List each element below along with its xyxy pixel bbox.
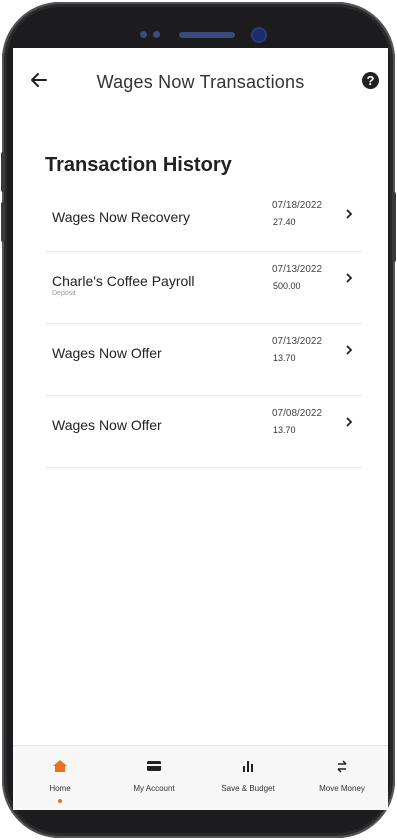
transaction-amount: 13.70	[273, 353, 296, 363]
transaction-row[interactable]: Wages Now Recovery 07/18/2022 27.40	[45, 180, 362, 252]
active-indicator	[58, 799, 62, 803]
page-title: Wages Now Transactions	[96, 72, 305, 92]
nav-my-account[interactable]: My Account	[107, 746, 201, 810]
transaction-list: Wages Now Recovery 07/18/2022 27.40 Char…	[45, 180, 362, 468]
transaction-amount: 500.00	[273, 281, 301, 291]
chevron-right-icon	[346, 273, 353, 283]
bar-chart-icon	[243, 761, 253, 772]
transaction-title: Wages Now Recovery	[52, 209, 190, 225]
transaction-amount: 27.40	[273, 217, 296, 227]
earpiece-speaker	[179, 32, 235, 38]
nav-move-money[interactable]: Move Money	[295, 746, 388, 810]
transaction-date: 07/08/2022	[272, 408, 323, 419]
transaction-subtitle: Deposit	[52, 290, 76, 297]
nav-save-budget-label: Save & Budget	[221, 784, 275, 793]
phone-frame: Wages Now Transactions ? Transaction His…	[1, 2, 396, 838]
transfer-arrows-icon	[337, 760, 347, 773]
phone-side-button	[392, 192, 396, 262]
section-title: Transaction History	[45, 154, 232, 176]
card-icon	[147, 761, 161, 771]
transaction-date: 07/18/2022	[272, 200, 323, 211]
nav-move-money-label: Move Money	[319, 784, 365, 793]
transaction-title: Wages Now Offer	[52, 345, 162, 361]
nav-my-account-label: My Account	[133, 784, 175, 793]
help-icon[interactable]: ?	[362, 72, 379, 89]
transaction-title: Charle's Coffee Payroll	[52, 273, 195, 289]
transaction-row[interactable]: Charle's Coffee Payroll Deposit 07/13/20…	[45, 252, 362, 324]
app-screen: Wages Now Transactions ? Transaction His…	[13, 48, 388, 810]
app-header: Wages Now Transactions ?	[13, 48, 388, 112]
nav-home[interactable]: Home	[13, 746, 107, 810]
sensor-dot	[140, 31, 147, 38]
transaction-date: 07/13/2022	[272, 336, 323, 347]
chevron-right-icon	[346, 417, 353, 427]
home-icon	[53, 760, 67, 772]
front-camera	[253, 29, 265, 41]
phone-side-button	[1, 152, 5, 192]
sensor-dot	[153, 31, 160, 38]
transaction-amount: 13.70	[273, 425, 296, 435]
chevron-right-icon	[346, 345, 353, 355]
transaction-row[interactable]: Wages Now Offer 07/08/2022 13.70	[45, 396, 362, 468]
transaction-row[interactable]: Wages Now Offer 07/13/2022 13.70	[45, 324, 362, 396]
phone-side-button	[1, 202, 5, 242]
bottom-nav: Home My Account Save & Budget Move Money	[13, 745, 388, 810]
nav-home-label: Home	[49, 784, 71, 793]
transaction-date: 07/13/2022	[272, 264, 323, 275]
nav-save-budget[interactable]: Save & Budget	[201, 746, 295, 810]
transaction-title: Wages Now Offer	[52, 417, 162, 433]
chevron-right-icon	[346, 209, 353, 219]
